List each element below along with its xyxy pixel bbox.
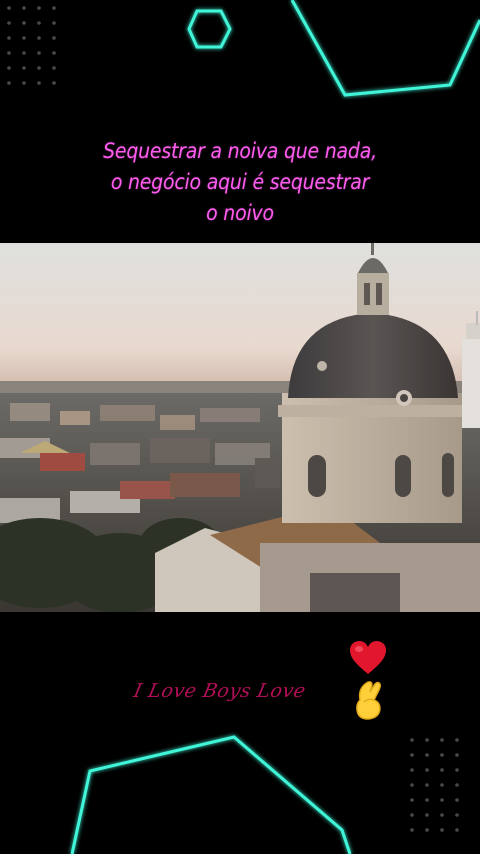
video-frame[interactable] <box>0 243 480 612</box>
decorative-dot <box>425 813 429 817</box>
caption-line-2: o negócio aqui é sequestrar <box>110 170 370 194</box>
decorative-dot <box>455 768 459 772</box>
small-hexagon-icon <box>187 9 232 49</box>
decorative-dot <box>410 813 414 817</box>
decorative-dot <box>425 783 429 787</box>
decorative-dot <box>440 783 444 787</box>
decorative-dot <box>455 828 459 832</box>
decorative-dot <box>455 783 459 787</box>
decorative-dot <box>52 66 56 70</box>
decorative-dot <box>440 768 444 772</box>
decorative-dot <box>410 753 414 757</box>
decorative-dot <box>37 36 41 40</box>
decorative-dot <box>52 36 56 40</box>
decorative-dot <box>7 81 11 85</box>
caption-line-3: o noivo <box>206 201 274 225</box>
decorative-dot <box>410 798 414 802</box>
dot-grid-top-left <box>7 6 56 85</box>
caption-line-1: Sequestrar a noiva que nada, <box>103 139 377 163</box>
decorative-dot <box>425 798 429 802</box>
decorative-dot <box>440 813 444 817</box>
decorative-dot <box>52 21 56 25</box>
decorative-dot <box>410 828 414 832</box>
decorative-dot <box>455 738 459 742</box>
decorative-dot <box>52 81 56 85</box>
decorative-dot <box>425 753 429 757</box>
decorative-dot <box>440 828 444 832</box>
decorative-dot <box>410 738 414 742</box>
crossed-fingers-heart-icon <box>356 681 382 720</box>
decorative-dot <box>22 21 26 25</box>
decorative-dot <box>22 36 26 40</box>
decorative-dot <box>455 753 459 757</box>
decorative-dot <box>52 6 56 10</box>
decorative-dot <box>7 51 11 55</box>
decorative-dot <box>410 768 414 772</box>
decorative-dot <box>425 828 429 832</box>
decorative-dot <box>7 66 11 70</box>
city-dome-scene <box>0 243 480 612</box>
decorative-dot <box>455 798 459 802</box>
heart-icon <box>350 641 386 674</box>
decorative-dot <box>7 6 11 10</box>
subtitle-caption: Sequestrar a noiva que nada, o negócio a… <box>0 136 480 229</box>
decorative-dot <box>440 753 444 757</box>
decorative-dot <box>22 51 26 55</box>
decorative-dot <box>22 66 26 70</box>
dot-grid-bottom-right <box>410 738 459 832</box>
decorative-dot <box>7 21 11 25</box>
decorative-dot <box>22 81 26 85</box>
decorative-dot <box>7 36 11 40</box>
decorative-dot <box>440 798 444 802</box>
large-hexagon-top-icon <box>290 0 480 97</box>
decorative-dot <box>37 6 41 10</box>
decorative-dot <box>52 51 56 55</box>
signature-text: I Love Boys Love <box>131 680 308 702</box>
decorative-dot <box>425 768 429 772</box>
decorative-dot <box>37 81 41 85</box>
large-hexagon-bottom-icon <box>70 735 352 854</box>
decorative-dot <box>440 738 444 742</box>
decorative-dot <box>410 783 414 787</box>
decorative-dot <box>37 21 41 25</box>
decorative-dot <box>455 813 459 817</box>
decorative-dot <box>37 66 41 70</box>
decorative-dot <box>22 6 26 10</box>
decorative-dot <box>37 51 41 55</box>
decorative-dot <box>425 738 429 742</box>
